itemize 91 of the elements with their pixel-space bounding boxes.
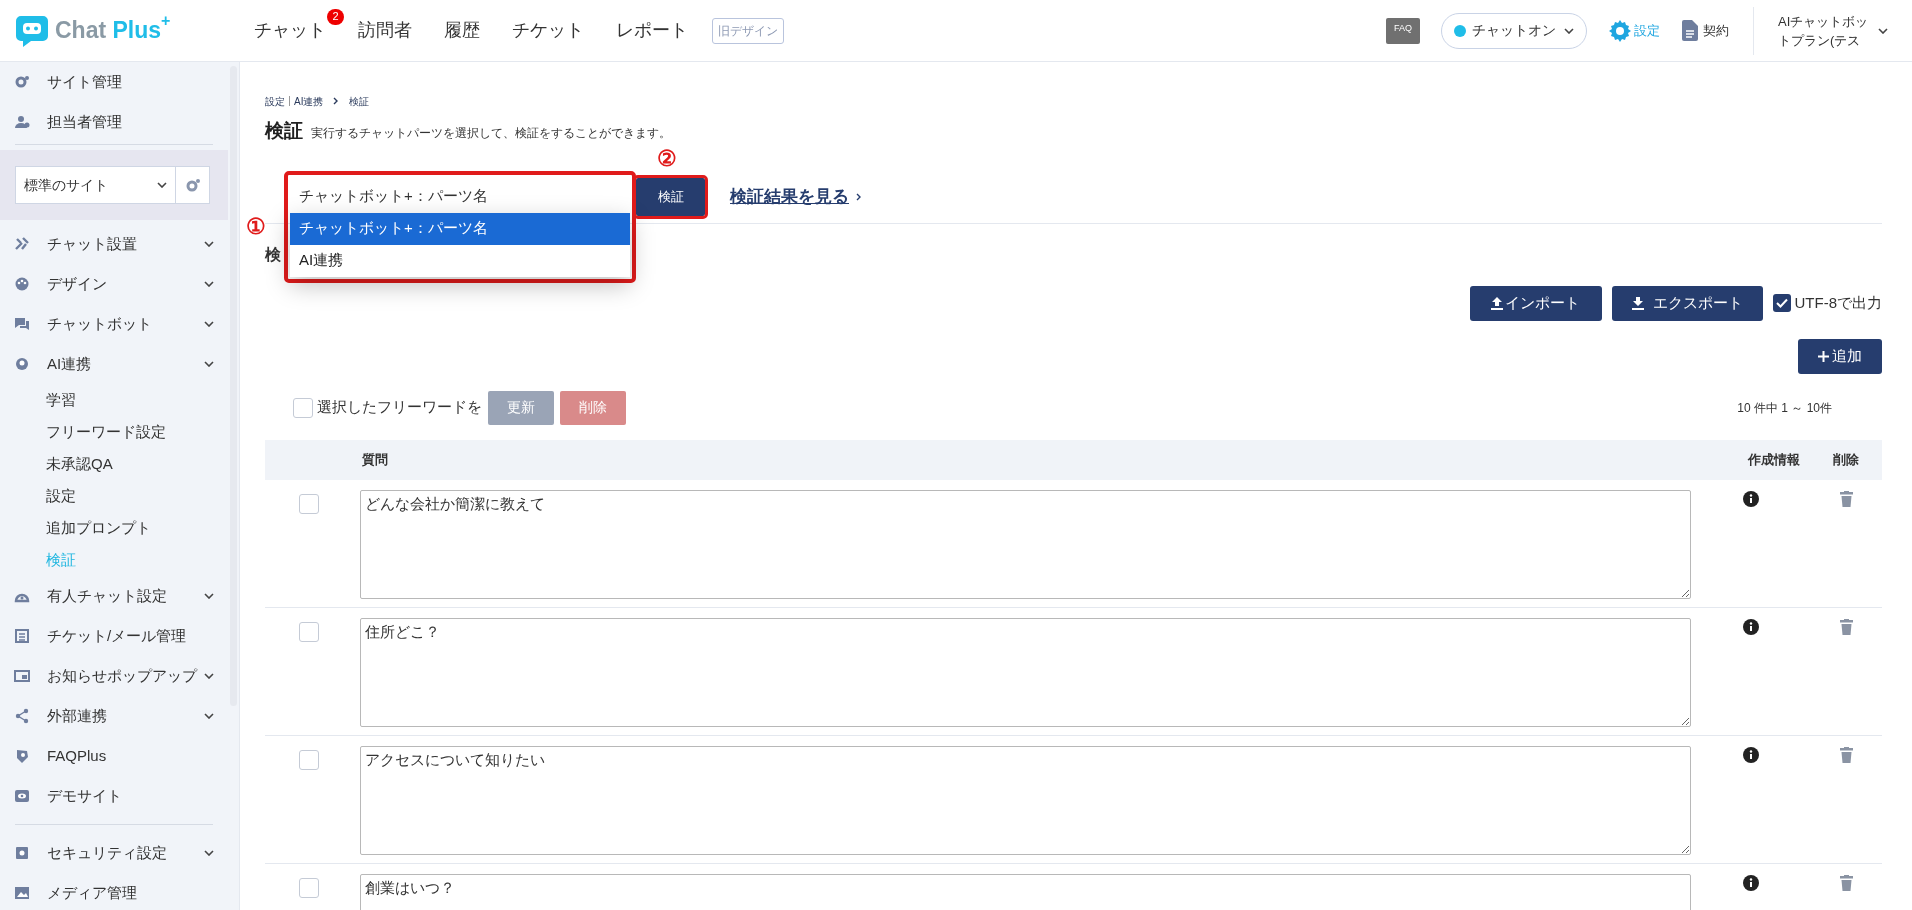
bulk-action-label: 選択したフリーワードを (317, 397, 482, 418)
palette-icon (14, 276, 30, 292)
contract-link[interactable]: 契約 (1682, 20, 1729, 41)
sidebar-item[interactable]: FAQPlus (0, 736, 228, 776)
chevron-right-icon (856, 192, 862, 201)
step-marker: ① (246, 212, 266, 241)
column-header: 削除 (1832, 450, 1860, 469)
trash-icon (1839, 874, 1853, 891)
plus-icon (1818, 350, 1829, 362)
sidebar-item[interactable]: 外部連携 (0, 696, 228, 736)
verify-button[interactable]: 検証 (636, 177, 705, 216)
logo-text: Chat Plus (55, 17, 162, 46)
window-icon (14, 668, 30, 684)
info-icon (1742, 874, 1759, 891)
nav-link[interactable]: チャット (254, 17, 326, 44)
chevron-down-icon (1564, 27, 1574, 34)
row-checkbox[interactable] (299, 493, 319, 514)
question-input[interactable]: どんな会社か簡潔に教えて (360, 489, 1691, 599)
info-icon (1742, 618, 1759, 635)
page-description: 実行するチャットパーツを選択して、検証をすることができます。 (311, 125, 671, 142)
nav-link[interactable]: レポート (616, 17, 688, 44)
section-heading: 検 (265, 244, 281, 265)
document-icon (1682, 20, 1698, 41)
chat-bubble-icon (15, 13, 49, 48)
trash-icon (1839, 746, 1853, 763)
question-input[interactable]: 住所どこ？ (360, 617, 1691, 727)
sidebar-subitem[interactable]: 未承認QA (0, 448, 228, 480)
dropdown-option[interactable]: AI連携 (290, 244, 630, 277)
import-button[interactable]: インポート (1469, 285, 1602, 321)
step-marker: ② (657, 144, 677, 173)
checkbox[interactable] (293, 397, 313, 418)
shield-icon (14, 748, 30, 764)
sidebar-item[interactable]: デザイン (0, 264, 228, 304)
row-checkbox[interactable] (299, 877, 319, 898)
notification-badge: 2 (327, 9, 344, 25)
sidebar-item[interactable]: デモサイト (0, 776, 228, 816)
sidebar-item[interactable]: チャットボット (0, 304, 228, 344)
row-checkbox[interactable] (299, 621, 319, 642)
record-count: 10 件中 1 ～ 10件 (1737, 399, 1832, 417)
site-select[interactable]: 標準のサイト (15, 166, 176, 204)
image-icon (14, 885, 30, 901)
sidebar-subitem[interactable]: 追加プロンプト (0, 512, 228, 544)
sidebar-subitem[interactable]: 学習 (0, 384, 228, 416)
question-input[interactable]: 創業はいつ？ (360, 873, 1691, 910)
checkbox-label: UTF-8で出力 (1794, 292, 1882, 313)
person-gear-icon (14, 114, 30, 130)
page-title: 検証 (265, 119, 303, 143)
settings-icon (1609, 19, 1631, 42)
sidebar-item[interactable]: チャット設置 (0, 224, 228, 264)
breadcrumb-link[interactable]: AI連携 (294, 93, 324, 109)
sidebar-item[interactable]: 有人チャット設定 (0, 576, 228, 616)
sidebar-item[interactable]: メディア管理 (0, 873, 228, 910)
info-icon (1742, 490, 1759, 507)
trash-icon (1839, 618, 1853, 635)
chevron-down-icon (157, 182, 167, 188)
question-input[interactable]: アクセスについて知りたい (360, 745, 1691, 855)
eye-icon (14, 788, 30, 804)
upload-icon (1491, 296, 1503, 310)
faq-button[interactable]: FAQ (1386, 17, 1420, 44)
sidebar-item[interactable]: サイト管理 (0, 62, 228, 102)
info-icon (1742, 746, 1759, 763)
nav-link[interactable]: 訪問者 (358, 17, 412, 44)
column-header: 質問 (362, 450, 389, 469)
row-checkbox[interactable] (299, 749, 319, 770)
site-settings-button[interactable] (176, 166, 210, 204)
breadcrumb-link[interactable]: 設定 (265, 93, 285, 109)
list-icon (14, 628, 30, 644)
chevron-down-icon (1878, 27, 1888, 34)
logo-plus-mark: + (161, 11, 171, 30)
chat-bubbles-icon (14, 316, 30, 332)
trash-icon (1839, 490, 1853, 507)
nav-link[interactable]: チケット (512, 17, 584, 44)
export-button[interactable]: エクスポート (1611, 285, 1763, 321)
sidebar-item[interactable]: 担当者管理 (0, 102, 228, 142)
add-button[interactable]: 追加 (1798, 338, 1882, 374)
checkmark-icon (1775, 298, 1788, 308)
checkbox[interactable] (1772, 294, 1791, 312)
dropdown-option[interactable]: チャットボット+：パーツ名 (290, 212, 630, 245)
sidebar-item[interactable]: チケット/メール管理 (0, 616, 228, 656)
account-menu[interactable]: AIチャットボッ トプラン(テス (1778, 11, 1888, 50)
nav-link[interactable]: 履歴 (444, 17, 480, 44)
verify-results-link[interactable]: 検証結果を見る (730, 183, 849, 210)
download-icon (1631, 296, 1644, 310)
sidebar-item[interactable]: お知らせポップアップ (0, 656, 228, 696)
chevron-right-icon (333, 97, 340, 105)
sidebar-subitem[interactable]: 設定 (0, 480, 228, 512)
share-icon (14, 708, 30, 724)
column-header: 作成情報 (1746, 450, 1801, 469)
sidebar-item[interactable]: AI連携 (0, 344, 228, 384)
sidebar-item[interactable]: セキュリティ設定 (0, 833, 228, 873)
sidebar-subitem[interactable]: フリーワード設定 (0, 416, 228, 448)
